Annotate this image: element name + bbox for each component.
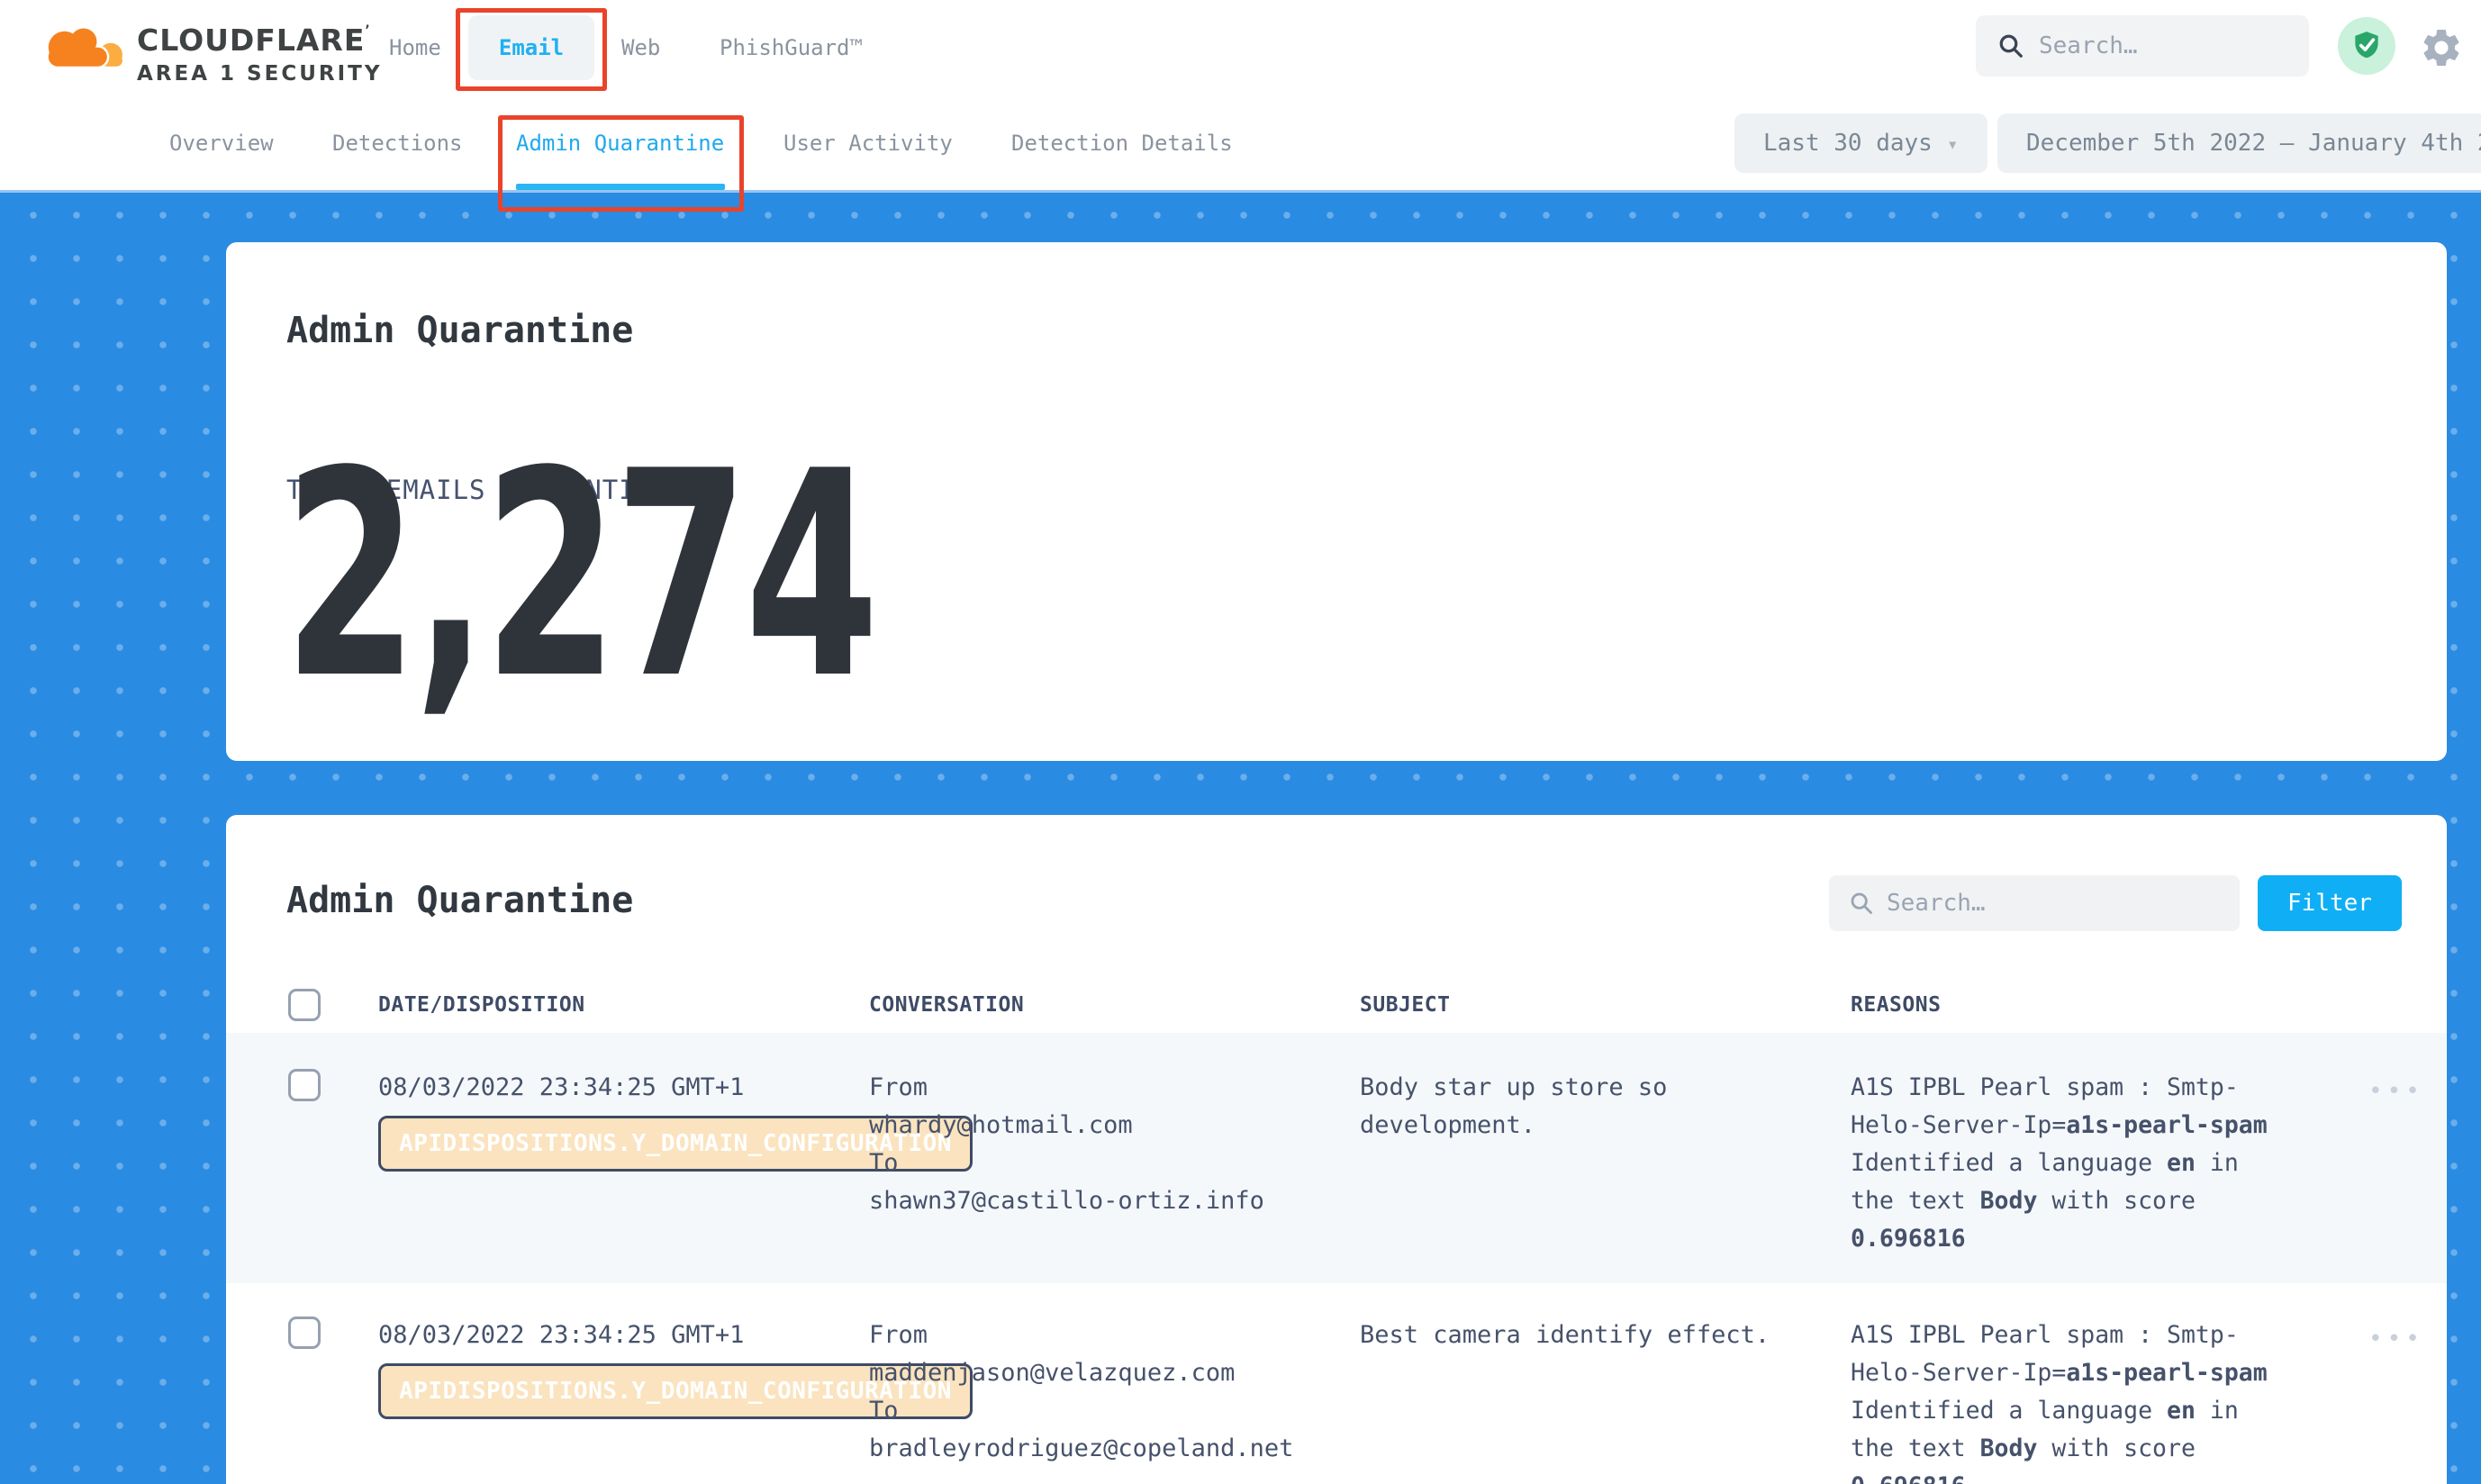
subject-cell: Best camera identify effect. xyxy=(1360,1317,1792,1484)
conversation-cell: From maddenjason@velazquez.com To bradle… xyxy=(869,1317,1360,1484)
reason-line: Identified a language en in the text Bod… xyxy=(1851,1145,2274,1258)
from-address: maddenjason@velazquez.com xyxy=(869,1354,1360,1392)
select-row-checkbox[interactable] xyxy=(288,1069,321,1101)
app: CLOUDFLARE’ AREA 1 SECURITY Home Email W… xyxy=(0,0,2481,1484)
from-label: From xyxy=(869,1069,1360,1107)
select-row-checkbox[interactable] xyxy=(288,1317,321,1349)
reasons-cell: A1S IPBL Pearl spam : Smtp-Helo-Server-I… xyxy=(1851,1069,2274,1283)
reason-line: A1S IPBL Pearl spam : Smtp-Helo-Server-I… xyxy=(1851,1069,2274,1145)
tab-detection-details[interactable]: Detection Details xyxy=(1011,96,1233,190)
trademark-mark: ’ xyxy=(365,23,370,38)
chevron-down-icon: ▾ xyxy=(1947,133,1959,155)
cloudflare-cloud-icon xyxy=(40,18,126,74)
logo-text: CLOUDFLARE’ AREA 1 SECURITY xyxy=(137,13,382,87)
brand-subtitle: AREA 1 SECURITY xyxy=(137,60,382,87)
to-address: bradleyrodriguez@copeland.net xyxy=(869,1430,1360,1468)
table-search-input[interactable] xyxy=(1887,890,2193,917)
subject-cell: Body star up store so development. xyxy=(1360,1069,1792,1283)
tab-admin-quarantine[interactable]: Admin Quarantine xyxy=(516,96,724,190)
reason-text-bold: a1s-pearl-spam xyxy=(2066,1111,2267,1139)
reason-text-bold: Body xyxy=(1980,1187,2038,1215)
global-search xyxy=(1976,15,2309,77)
search-icon xyxy=(1997,32,2024,59)
column-header-conversation: CONVERSATION xyxy=(869,993,1360,1017)
reason-text: Identified a language xyxy=(1851,1149,2167,1177)
to-label: To xyxy=(869,1145,1360,1182)
reason-text-bold: a1s-pearl-spam xyxy=(2066,1359,2267,1387)
from-label: From xyxy=(869,1317,1360,1354)
column-header-date: DATE/DISPOSITION xyxy=(378,993,869,1017)
table-row: 08/03/2022 23:34:25 GMT+1 APIDISPOSITION… xyxy=(226,1033,2447,1283)
reason-text-bold: 0.696816 xyxy=(1851,1225,1966,1253)
email-subnav: Overview Detections Admin Quarantine Use… xyxy=(0,96,2481,190)
table-row: 08/03/2022 23:34:25 GMT+1 APIDISPOSITION… xyxy=(226,1304,2447,1484)
active-tab-indicator xyxy=(516,184,725,190)
nav-phishguard[interactable]: PhishGuard™ xyxy=(720,0,863,96)
to-label: To xyxy=(869,1392,1360,1430)
reason-text: with score xyxy=(2037,1434,2196,1462)
reason-line: Identified a language en in the text Bod… xyxy=(1851,1392,2274,1484)
tab-overview[interactable]: Overview xyxy=(169,96,274,190)
reason-text: with score xyxy=(2037,1187,2196,1215)
nav-email[interactable]: Email xyxy=(468,15,594,80)
date-range-dropdown-label: Last 30 days xyxy=(1763,130,1933,157)
row-date: 08/03/2022 23:34:25 GMT+1 xyxy=(378,1069,869,1107)
page-background: Admin Quarantine TOTAL EMAILS QUARANTINE… xyxy=(0,190,2481,1484)
table-header: DATE/DISPOSITION CONVERSATION SUBJECT RE… xyxy=(226,975,2447,1035)
global-search-input[interactable] xyxy=(2039,32,2273,59)
top-header: CLOUDFLARE’ AREA 1 SECURITY Home Email W… xyxy=(0,0,2481,96)
reason-text: Identified a language xyxy=(1851,1397,2167,1425)
reason-text-bold: 0.696816 xyxy=(1851,1472,1966,1484)
row-actions-menu-icon[interactable]: ••• xyxy=(2368,1069,2447,1283)
reason-text-bold: en xyxy=(2167,1149,2196,1177)
row-date: 08/03/2022 23:34:25 GMT+1 xyxy=(378,1317,869,1354)
reason-line: A1S IPBL Pearl spam : Smtp-Helo-Server-I… xyxy=(1851,1317,2274,1392)
reason-text-bold: Body xyxy=(1980,1434,2038,1462)
date-disposition-cell: 08/03/2022 23:34:25 GMT+1 APIDISPOSITION… xyxy=(378,1069,869,1283)
protection-shield-icon[interactable] xyxy=(2338,17,2395,75)
cloudflare-logo[interactable]: CLOUDFLARE’ AREA 1 SECURITY xyxy=(40,13,382,87)
brand-name: CLOUDFLARE’ xyxy=(137,13,382,59)
table-title: Admin Quarantine xyxy=(286,880,633,921)
conversation-cell: From whardy@hotmail.com To shawn37@casti… xyxy=(869,1069,1360,1283)
page-title: Admin Quarantine xyxy=(286,310,633,351)
date-disposition-cell: 08/03/2022 23:34:25 GMT+1 APIDISPOSITION… xyxy=(378,1317,869,1484)
shield-check-icon xyxy=(2350,29,2384,63)
select-all-checkbox[interactable] xyxy=(288,989,321,1021)
row-actions-menu-icon[interactable]: ••• xyxy=(2368,1317,2447,1484)
date-range-display[interactable]: December 5th 2022 — January 4th 2023 xyxy=(1997,113,2481,173)
metric-value: 2,274 xyxy=(284,435,875,719)
column-header-subject: SUBJECT xyxy=(1360,993,1851,1017)
nav-home[interactable]: Home xyxy=(389,0,441,96)
tab-detections[interactable]: Detections xyxy=(332,96,463,190)
date-range-dropdown[interactable]: Last 30 days ▾ xyxy=(1734,113,1988,173)
reason-text-bold: en xyxy=(2167,1397,2196,1425)
column-header-reasons: REASONS xyxy=(1851,993,2368,1017)
search-icon xyxy=(1849,891,1874,916)
table-search xyxy=(1829,875,2240,931)
filter-button[interactable]: Filter xyxy=(2258,875,2402,931)
summary-card: Admin Quarantine TOTAL EMAILS QUARANTINE… xyxy=(226,242,2447,761)
nav-web[interactable]: Web xyxy=(621,0,660,96)
reasons-cell: A1S IPBL Pearl spam : Smtp-Helo-Server-I… xyxy=(1851,1317,2274,1484)
settings-gear-icon[interactable] xyxy=(2419,25,2464,70)
from-address: whardy@hotmail.com xyxy=(869,1107,1360,1145)
tab-user-activity[interactable]: User Activity xyxy=(783,96,953,190)
quarantine-table-card: Admin Quarantine Filter DATE/DISPOSITION… xyxy=(226,815,2447,1484)
to-address: shawn37@castillo-ortiz.info xyxy=(869,1182,1360,1220)
